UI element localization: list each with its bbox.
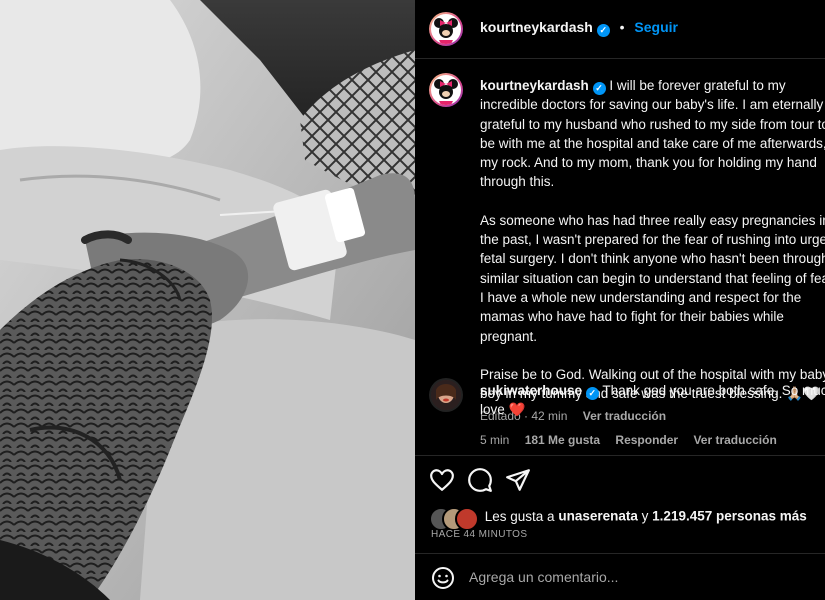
header-username-row: kourtneykardash ✓ • Seguir <box>480 19 678 37</box>
post-side-panel: kourtneykardash ✓ • Seguir kourtneykarda… <box>415 0 825 600</box>
paper-plane-icon[interactable] <box>505 467 531 498</box>
actions-divider <box>415 455 825 456</box>
likes-summary: Les gusta a unaserenata y 1.219.457 pers… <box>429 507 807 531</box>
likes-prefix: Les gusta a <box>484 508 555 524</box>
verified-badge-icon: ✓ <box>585 387 599 400</box>
likes-count[interactable]: 1.219.457 personas más <box>652 509 807 524</box>
minnie-mouse-icon <box>434 18 458 44</box>
comment-see-translation[interactable]: Ver traducción <box>693 433 776 447</box>
likes-connector: y <box>641 508 649 524</box>
header-divider <box>415 58 825 59</box>
caption-text-1: I will be forever grateful to my incredi… <box>480 78 825 190</box>
likes-first-user[interactable]: unaserenata <box>558 509 638 524</box>
header-dot: • <box>619 19 625 35</box>
post-photo <box>0 0 415 600</box>
header-avatar[interactable] <box>429 12 463 46</box>
commenter-photo-icon <box>431 380 461 410</box>
emoji-smile-icon[interactable] <box>431 566 455 595</box>
comment-input-bar: Agrega un comentario... <box>429 566 819 592</box>
verified-badge-icon: ✓ <box>592 82 606 95</box>
comment-reply-button[interactable]: Responder <box>615 433 678 447</box>
post-time-ago: HACE 44 MINUTOS <box>431 529 528 540</box>
heart-icon[interactable] <box>429 467 455 498</box>
header-username[interactable]: kourtneykardash <box>480 19 593 35</box>
caption-username[interactable]: kourtneykardash <box>480 78 589 93</box>
comment-item: sukiwaterhouse ✓ Thank god you are both … <box>480 381 825 450</box>
comment-input[interactable]: Agrega un comentario... <box>469 569 618 585</box>
liker-avatar <box>455 507 479 531</box>
commenter-username[interactable]: sukiwaterhouse <box>480 383 582 398</box>
hospital-hands-image <box>0 0 415 600</box>
commenter-avatar[interactable] <box>429 378 463 412</box>
caption-paragraph-1: kourtneykardash ✓ I will be forever grat… <box>480 76 825 192</box>
comment-bubble-icon[interactable] <box>467 467 493 498</box>
comment-body: sukiwaterhouse ✓ Thank god you are both … <box>480 381 825 419</box>
verified-badge-icon: ✓ <box>596 24 610 37</box>
comment-meta: 5 min 181 Me gusta Responder Ver traducc… <box>480 431 825 450</box>
minnie-mouse-icon <box>434 79 458 105</box>
comment-time: 5 min <box>480 433 510 447</box>
caption-paragraph-2: As someone who has had three really easy… <box>480 212 825 344</box>
post-caption: kourtneykardash ✓ I will be forever grat… <box>480 76 825 427</box>
follow-button[interactable]: Seguir <box>634 19 678 35</box>
likers-avatars[interactable] <box>429 507 479 531</box>
comment-likes[interactable]: 181 Me gusta <box>525 433 600 447</box>
comment-input-divider <box>415 553 825 554</box>
caption-avatar[interactable] <box>429 73 463 107</box>
